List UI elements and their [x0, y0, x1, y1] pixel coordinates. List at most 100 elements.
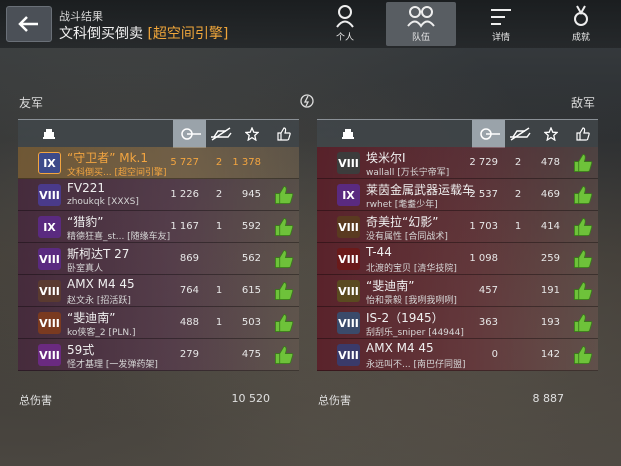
damage-value: 869 [179, 253, 199, 264]
table-row[interactable]: VIII “斐迪南” 怡和景毅 [我咧我咧咧] 457 191 [317, 275, 598, 307]
back-button[interactable] [6, 6, 52, 42]
damage-value: 2 537 [469, 189, 498, 200]
tank-name: 斯柯达T 27 [67, 247, 130, 261]
xp-value: 615 [241, 285, 261, 296]
tab-label: 队伍 [411, 33, 430, 43]
tab-details[interactable]: 详情 [466, 2, 536, 46]
table-row[interactable]: VIII “斐迪南” ko侠客_2 [PLN.] 488 1 503 [18, 307, 299, 339]
tank-tier-badge: VIII [337, 280, 360, 302]
player-name: 北渡的宝贝 [清华技院] [366, 264, 457, 274]
like-button[interactable] [274, 185, 294, 205]
tank-name: AMX M4 45 [67, 277, 135, 291]
table-row[interactable]: VIII 斯柯达T 27 卧室真人 869 562 [18, 243, 299, 275]
tank-name: “斐迪南” [67, 311, 116, 325]
top-bar: 战斗结果 文科倒买倒卖 [超空间引擎] 个人 队伍 详情 成就 [0, 0, 621, 48]
damage-icon [479, 128, 500, 140]
person-icon [336, 5, 354, 28]
sort-xp-button[interactable] [240, 120, 264, 148]
tank-name: 59式 [67, 343, 95, 357]
kills-value: 2 [514, 189, 522, 200]
tank-name: IS-2（1945） [366, 311, 444, 325]
tank-tier-badge: VIII [38, 248, 61, 270]
tab-personal[interactable]: 个人 [310, 2, 380, 46]
tank-name: T-44 [366, 245, 392, 259]
sort-damage-button[interactable] [173, 120, 206, 148]
table-header [317, 119, 598, 148]
damage-value: 457 [478, 285, 498, 296]
like-button[interactable] [274, 345, 294, 365]
like-button[interactable] [274, 281, 294, 301]
kills-icon [211, 127, 232, 141]
like-button[interactable] [573, 281, 593, 301]
like-button[interactable] [573, 185, 593, 205]
kills-value: 2 [514, 157, 522, 168]
tank-name: 埃米尔I [366, 151, 406, 165]
tank-tier-badge: VIII [337, 152, 360, 174]
screen-subtitle: 战斗结果 [59, 10, 103, 23]
clan-tag: [超空间引擎] [147, 26, 229, 42]
table-row[interactable]: VIII 埃米尔I wallall [万长宁帝军] 2 729 2 478 [317, 147, 598, 179]
tank-icon [43, 129, 55, 139]
player-name: 文科倒买倒卖 [59, 26, 148, 42]
like-button[interactable] [274, 313, 294, 333]
battle-type-icon [300, 94, 314, 108]
table-row[interactable]: VIII T-44 北渡的宝贝 [清华技院] 1 098 259 [317, 243, 598, 275]
like-button[interactable] [573, 217, 593, 237]
arrow-left-icon [18, 16, 38, 32]
tank-icon [342, 129, 354, 139]
table-row[interactable]: VIII FV221 zhoukqk [XXXS] 1 226 2 945 [18, 179, 299, 211]
sort-tank-button[interactable] [337, 120, 359, 148]
sort-likes-button[interactable] [571, 120, 595, 148]
tank-name: “斐迪南” [366, 279, 415, 293]
like-button[interactable] [573, 249, 593, 269]
damage-value: 279 [179, 349, 199, 360]
sort-likes-button[interactable] [272, 120, 296, 148]
tank-tier-badge: VIII [38, 344, 61, 366]
table-row[interactable]: VIII AMX M4 45 赵文永 [招活跃] 764 1 615 [18, 275, 299, 307]
sort-damage-button[interactable] [472, 120, 505, 148]
table-header [18, 119, 299, 148]
xp-value: 259 [540, 253, 560, 264]
tank-tier-badge: IX [38, 152, 61, 174]
star-icon [544, 127, 558, 141]
tab-achievements[interactable]: 成就 [546, 2, 616, 46]
like-button[interactable] [573, 313, 593, 333]
player-name: wallall [万长宁帝军] [366, 168, 450, 178]
enemies-panel: VIII 埃米尔I wallall [万长宁帝军] 2 729 2 478 IX… [317, 119, 598, 382]
enemies-total-damage: 8 887 [532, 392, 565, 405]
tab-team[interactable]: 队伍 [386, 2, 456, 46]
table-row[interactable]: VIII IS-2（1945） 刮刮乐_sniper [44944] 363 1… [317, 307, 598, 339]
tank-tier-badge: VIII [337, 248, 360, 270]
table-row[interactable]: IX “守卫者” Mk.1 文科倒买... [超空间引擎] 5 727 2 1 … [18, 147, 299, 179]
sort-kills-button[interactable] [507, 120, 533, 148]
table-row[interactable]: VIII 奇美拉“幻影” 没有属性 [合同战术] 1 703 1 414 [317, 211, 598, 243]
tab-label: 详情 [491, 33, 510, 43]
player-name: ko侠客_2 [PLN.] [67, 328, 136, 338]
tank-tier-badge: VIII [38, 312, 61, 334]
xp-value: 142 [540, 349, 560, 360]
table-row[interactable]: VIII 59式 怪才基理 [一发弹药架] 279 475 [18, 339, 299, 371]
like-button[interactable] [573, 345, 593, 365]
like-button[interactable] [274, 249, 294, 269]
xp-value: 945 [241, 189, 261, 200]
sort-tank-button[interactable] [38, 120, 60, 148]
damage-value: 5 727 [170, 157, 199, 168]
enemies-total-label: 总伤害 [318, 394, 351, 407]
table-row[interactable]: IX “猎豹” 精德狂喜_st... [随缘车友] 1 167 1 592 [18, 211, 299, 243]
allies-total-damage: 10 520 [231, 392, 271, 405]
damage-value: 1 226 [170, 189, 199, 200]
team-icon [407, 6, 435, 28]
xp-value: 475 [241, 349, 261, 360]
table-row[interactable]: IX 莱茵金属武器运载车 rwhet [耄耋少年] 2 537 2 469 [317, 179, 598, 211]
sort-kills-button[interactable] [208, 120, 234, 148]
thumbs-up-icon [576, 127, 590, 141]
tank-tier-badge: VIII [337, 312, 360, 334]
like-button[interactable] [573, 153, 593, 173]
allies-total-label: 总伤害 [19, 394, 52, 407]
table-row[interactable]: VIII AMX M4 45 永远叫不... [南巴仔同盟] 0 142 [317, 339, 598, 371]
tank-tier-badge: IX [337, 184, 360, 206]
like-button[interactable] [274, 217, 294, 237]
sort-xp-button[interactable] [539, 120, 563, 148]
tank-name: AMX M4 45 [366, 341, 434, 355]
player-name: 没有属性 [合同战术] [366, 232, 448, 242]
